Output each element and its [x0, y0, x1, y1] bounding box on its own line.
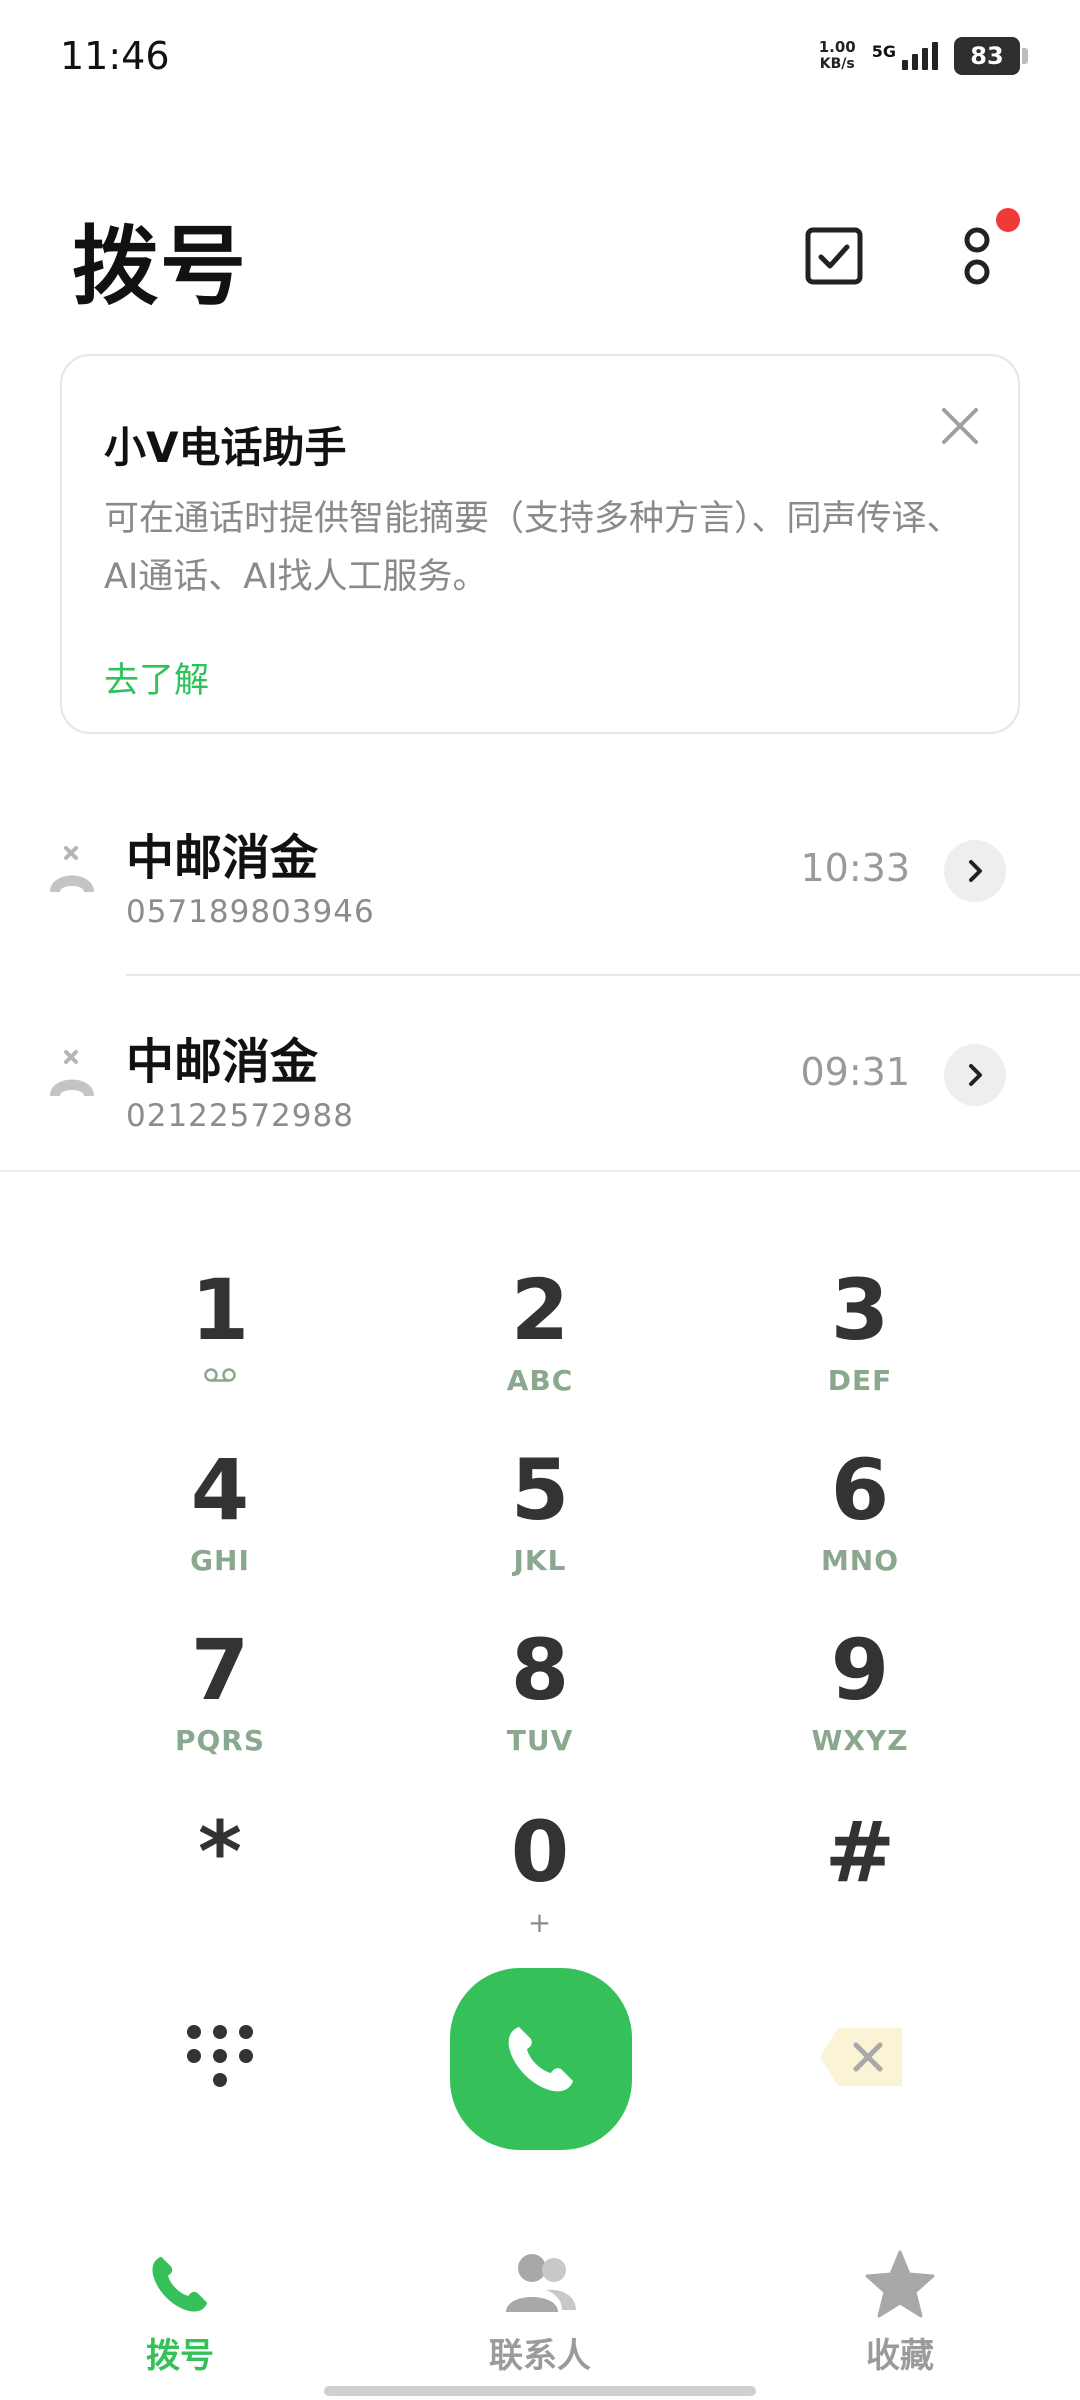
missed-call-icon — [50, 1050, 94, 1096]
page-title: 拨号 — [72, 217, 248, 317]
tab-label: 收藏 — [866, 2336, 934, 2376]
card-title: 小V电话助手 — [104, 423, 347, 472]
call-time: 09:31 — [800, 1050, 910, 1094]
call-detail-button[interactable] — [944, 840, 1006, 902]
tab-favorites[interactable]: 收藏 — [800, 2250, 1000, 2400]
checkbox-icon — [805, 227, 863, 285]
key-2[interactable]: 2 ABC — [390, 1262, 690, 1432]
select-button[interactable] — [800, 222, 868, 290]
voicemail-icon — [204, 1368, 236, 1382]
battery-icon: 83 — [954, 37, 1028, 75]
star-icon — [865, 2250, 935, 2318]
key-0[interactable]: 0 + — [390, 1804, 690, 1974]
call-button[interactable] — [450, 1968, 632, 2150]
contacts-icon — [506, 2254, 576, 2312]
backspace-icon — [820, 2028, 902, 2086]
key-9[interactable]: 9 WXYZ — [710, 1622, 1010, 1792]
caller-number: 057189803946 — [126, 894, 375, 930]
key-5[interactable]: 5 JKL — [390, 1442, 690, 1612]
dialpad-icon — [187, 2025, 253, 2087]
key-letters: + — [527, 1906, 553, 1939]
caller-name: 中邮消金 — [126, 1034, 319, 1090]
phone-tab-icon — [152, 2256, 208, 2312]
network-speed-value: 1.00 — [818, 38, 856, 56]
close-icon — [942, 408, 978, 444]
key-1[interactable]: 1 — [70, 1262, 370, 1432]
card-close-button[interactable] — [936, 402, 984, 450]
assistant-card: 小V电话助手 可在通话时提供智能摘要（支持多种方言）、同声传译、AI通话、AI找… — [60, 354, 1020, 734]
call-log-item[interactable]: 中邮消金 02122572988 09:31 — [0, 980, 1080, 1180]
caller-name: 中邮消金 — [126, 830, 319, 886]
key-6[interactable]: 6 MNO — [710, 1442, 1010, 1612]
caller-number: 02122572988 — [126, 1098, 354, 1134]
key-digit: 5 — [510, 1441, 570, 1539]
key-star[interactable]: * — [70, 1804, 370, 1974]
tab-dial[interactable]: 拨号 — [80, 2250, 280, 2400]
key-letters: MNO — [820, 1544, 900, 1577]
row-divider — [126, 974, 1080, 976]
chevron-right-icon — [969, 860, 982, 882]
key-letters: DEF — [827, 1364, 893, 1397]
card-description: 可在通话时提供智能摘要（支持多种方言）、同声传译、AI通话、AI找人工服务。 — [104, 499, 962, 597]
dialpad-toggle-button[interactable] — [180, 2020, 260, 2100]
phone-icon — [508, 2027, 573, 2092]
key-letters: ABC — [506, 1364, 574, 1397]
key-digit: 8 — [510, 1621, 570, 1719]
tab-label: 联系人 — [489, 2336, 591, 2376]
key-hash[interactable]: # — [710, 1804, 1010, 1974]
delete-button[interactable] — [818, 2026, 904, 2088]
network-speed: 1.00 KB/s — [819, 39, 856, 73]
key-digit: 4 — [190, 1441, 250, 1539]
key-7[interactable]: 7 PQRS — [70, 1622, 370, 1792]
network-type: 5G — [871, 42, 896, 61]
key-8[interactable]: 8 TUV — [390, 1622, 690, 1792]
key-digit: 9 — [830, 1621, 890, 1719]
status-icons: 1.00 KB/s 5G 83 — [819, 34, 1028, 78]
key-letters: GHI — [190, 1544, 250, 1577]
call-detail-button[interactable] — [944, 1044, 1006, 1106]
key-letters: JKL — [513, 1544, 567, 1577]
key-digit: # — [824, 1803, 896, 1901]
key-4[interactable]: 4 GHI — [70, 1442, 370, 1612]
battery-level: 83 — [970, 42, 1004, 70]
tab-contacts[interactable]: 联系人 — [440, 2250, 640, 2400]
tab-label: 拨号 — [146, 2336, 214, 2376]
signal-icon: 5G — [872, 42, 938, 70]
call-log-item[interactable]: 中邮消金 057189803946 10:33 — [0, 776, 1080, 976]
keypad-divider — [0, 1170, 1080, 1172]
key-digit: 1 — [190, 1261, 250, 1359]
key-digit: 2 — [510, 1261, 570, 1359]
key-digit: 7 — [190, 1621, 250, 1719]
network-speed-unit: KB/s — [819, 56, 855, 72]
more-vertical-icon — [964, 227, 990, 285]
learn-more-link[interactable]: 去了解 — [104, 652, 209, 703]
key-digit: 0 — [510, 1803, 570, 1901]
status-time: 11:46 — [60, 34, 170, 78]
key-digit: 6 — [830, 1441, 890, 1539]
key-letters: WXYZ — [811, 1724, 909, 1757]
chevron-right-icon — [969, 1064, 982, 1086]
call-time: 10:33 — [800, 846, 910, 890]
key-digit: 3 — [830, 1261, 890, 1359]
key-letters: TUV — [506, 1724, 574, 1757]
key-letters: PQRS — [174, 1724, 266, 1757]
key-digit: * — [198, 1803, 242, 1901]
notification-dot — [996, 208, 1020, 232]
missed-call-icon — [50, 846, 94, 892]
key-3[interactable]: 3 DEF — [710, 1262, 1010, 1432]
home-indicator[interactable] — [324, 2386, 756, 2396]
